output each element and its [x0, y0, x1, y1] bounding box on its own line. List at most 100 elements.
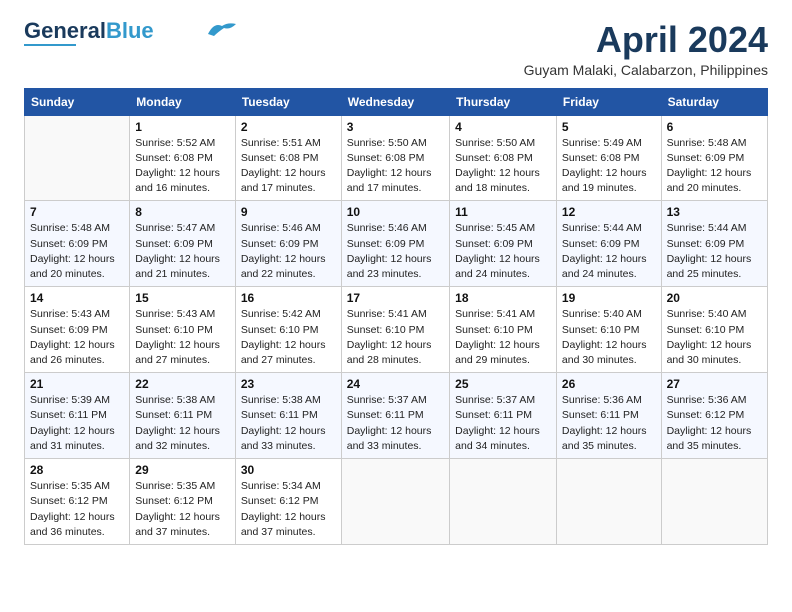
- calendar-cell: 4 Sunrise: 5:50 AM Sunset: 6:08 PM Daylig…: [450, 115, 557, 201]
- calendar-header-wednesday: Wednesday: [341, 88, 449, 115]
- page-header: GeneralBlue April 2024 Guyam Malaki, Cal…: [24, 20, 768, 78]
- day-number: 24: [347, 377, 444, 391]
- day-info: Sunrise: 5:35 AM Sunset: 6:12 PM Dayligh…: [30, 479, 124, 540]
- day-info: Sunrise: 5:44 AM Sunset: 6:09 PM Dayligh…: [667, 221, 762, 282]
- calendar-week-2: 7 Sunrise: 5:48 AM Sunset: 6:09 PM Daylig…: [25, 201, 768, 287]
- day-number: 9: [241, 205, 336, 219]
- day-number: 30: [241, 463, 336, 477]
- calendar-cell: 14 Sunrise: 5:43 AM Sunset: 6:09 PM Dayli…: [25, 287, 130, 373]
- calendar-header-saturday: Saturday: [661, 88, 767, 115]
- day-info: Sunrise: 5:43 AM Sunset: 6:10 PM Dayligh…: [135, 307, 230, 368]
- day-info: Sunrise: 5:35 AM Sunset: 6:12 PM Dayligh…: [135, 479, 230, 540]
- day-info: Sunrise: 5:45 AM Sunset: 6:09 PM Dayligh…: [455, 221, 551, 282]
- day-info: Sunrise: 5:38 AM Sunset: 6:11 PM Dayligh…: [135, 393, 230, 454]
- day-info: Sunrise: 5:38 AM Sunset: 6:11 PM Dayligh…: [241, 393, 336, 454]
- calendar-cell: 22 Sunrise: 5:38 AM Sunset: 6:11 PM Dayli…: [130, 373, 236, 459]
- calendar-cell: 15 Sunrise: 5:43 AM Sunset: 6:10 PM Dayli…: [130, 287, 236, 373]
- calendar-cell: 12 Sunrise: 5:44 AM Sunset: 6:09 PM Dayli…: [556, 201, 661, 287]
- day-info: Sunrise: 5:37 AM Sunset: 6:11 PM Dayligh…: [455, 393, 551, 454]
- calendar-cell: 25 Sunrise: 5:37 AM Sunset: 6:11 PM Dayli…: [450, 373, 557, 459]
- day-info: Sunrise: 5:36 AM Sunset: 6:12 PM Dayligh…: [667, 393, 762, 454]
- day-number: 5: [562, 120, 656, 134]
- day-number: 22: [135, 377, 230, 391]
- day-info: Sunrise: 5:48 AM Sunset: 6:09 PM Dayligh…: [667, 136, 762, 197]
- calendar-header-sunday: Sunday: [25, 88, 130, 115]
- day-number: 11: [455, 205, 551, 219]
- day-info: Sunrise: 5:40 AM Sunset: 6:10 PM Dayligh…: [667, 307, 762, 368]
- title-block: April 2024 Guyam Malaki, Calabarzon, Phi…: [524, 20, 768, 78]
- day-number: 2: [241, 120, 336, 134]
- calendar-header-thursday: Thursday: [450, 88, 557, 115]
- day-number: 21: [30, 377, 124, 391]
- day-number: 12: [562, 205, 656, 219]
- calendar-cell: 13Sunrise: 5:44 AM Sunset: 6:09 PM Dayli…: [661, 201, 767, 287]
- day-info: Sunrise: 5:37 AM Sunset: 6:11 PM Dayligh…: [347, 393, 444, 454]
- calendar-week-5: 28 Sunrise: 5:35 AM Sunset: 6:12 PM Dayli…: [25, 459, 768, 545]
- calendar-header-tuesday: Tuesday: [235, 88, 341, 115]
- calendar-cell: 16Sunrise: 5:42 AM Sunset: 6:10 PM Dayli…: [235, 287, 341, 373]
- day-info: Sunrise: 5:47 AM Sunset: 6:09 PM Dayligh…: [135, 221, 230, 282]
- calendar-cell: 23 Sunrise: 5:38 AM Sunset: 6:11 PM Dayli…: [235, 373, 341, 459]
- day-info: Sunrise: 5:44 AM Sunset: 6:09 PM Dayligh…: [562, 221, 656, 282]
- day-number: 25: [455, 377, 551, 391]
- day-info: Sunrise: 5:36 AM Sunset: 6:11 PM Dayligh…: [562, 393, 656, 454]
- day-info: Sunrise: 5:50 AM Sunset: 6:08 PM Dayligh…: [455, 136, 551, 197]
- calendar-cell: [450, 459, 557, 545]
- calendar-cell: 20Sunrise: 5:40 AM Sunset: 6:10 PM Dayli…: [661, 287, 767, 373]
- calendar-cell: 8 Sunrise: 5:47 AM Sunset: 6:09 PM Daylig…: [130, 201, 236, 287]
- day-number: 18: [455, 291, 551, 305]
- logo-bird-icon: [206, 20, 236, 38]
- calendar-cell: 5 Sunrise: 5:49 AM Sunset: 6:08 PM Daylig…: [556, 115, 661, 201]
- calendar-cell: 29Sunrise: 5:35 AM Sunset: 6:12 PM Dayli…: [130, 459, 236, 545]
- calendar-body: 1Sunrise: 5:52 AM Sunset: 6:08 PM Daylig…: [25, 115, 768, 544]
- day-number: 4: [455, 120, 551, 134]
- calendar-cell: 1Sunrise: 5:52 AM Sunset: 6:08 PM Daylig…: [130, 115, 236, 201]
- day-number: 15: [135, 291, 230, 305]
- calendar-cell: 3Sunrise: 5:50 AM Sunset: 6:08 PM Daylig…: [341, 115, 449, 201]
- day-number: 16: [241, 291, 336, 305]
- calendar-header-monday: Monday: [130, 88, 236, 115]
- calendar-cell: 26 Sunrise: 5:36 AM Sunset: 6:11 PM Dayli…: [556, 373, 661, 459]
- day-info: Sunrise: 5:40 AM Sunset: 6:10 PM Dayligh…: [562, 307, 656, 368]
- calendar-cell: 24 Sunrise: 5:37 AM Sunset: 6:11 PM Dayli…: [341, 373, 449, 459]
- day-number: 7: [30, 205, 124, 219]
- calendar-cell: 19 Sunrise: 5:40 AM Sunset: 6:10 PM Dayli…: [556, 287, 661, 373]
- logo-text: GeneralBlue: [24, 20, 154, 42]
- calendar-cell: [341, 459, 449, 545]
- day-info: Sunrise: 5:49 AM Sunset: 6:08 PM Dayligh…: [562, 136, 656, 197]
- day-info: Sunrise: 5:41 AM Sunset: 6:10 PM Dayligh…: [455, 307, 551, 368]
- day-number: 26: [562, 377, 656, 391]
- location: Guyam Malaki, Calabarzon, Philippines: [524, 62, 768, 78]
- calendar-table: SundayMondayTuesdayWednesdayThursdayFrid…: [24, 88, 768, 545]
- calendar-cell: 11 Sunrise: 5:45 AM Sunset: 6:09 PM Dayli…: [450, 201, 557, 287]
- day-info: Sunrise: 5:48 AM Sunset: 6:09 PM Dayligh…: [30, 221, 124, 282]
- calendar-week-3: 14 Sunrise: 5:43 AM Sunset: 6:09 PM Dayli…: [25, 287, 768, 373]
- day-number: 17: [347, 291, 444, 305]
- calendar-cell: 10Sunrise: 5:46 AM Sunset: 6:09 PM Dayli…: [341, 201, 449, 287]
- day-number: 23: [241, 377, 336, 391]
- calendar-cell: [661, 459, 767, 545]
- day-info: Sunrise: 5:43 AM Sunset: 6:09 PM Dayligh…: [30, 307, 124, 368]
- calendar-cell: 7 Sunrise: 5:48 AM Sunset: 6:09 PM Daylig…: [25, 201, 130, 287]
- calendar-cell: 2Sunrise: 5:51 AM Sunset: 6:08 PM Daylig…: [235, 115, 341, 201]
- day-number: 28: [30, 463, 124, 477]
- day-info: Sunrise: 5:46 AM Sunset: 6:09 PM Dayligh…: [241, 221, 336, 282]
- day-info: Sunrise: 5:34 AM Sunset: 6:12 PM Dayligh…: [241, 479, 336, 540]
- calendar-week-1: 1Sunrise: 5:52 AM Sunset: 6:08 PM Daylig…: [25, 115, 768, 201]
- calendar-header-friday: Friday: [556, 88, 661, 115]
- calendar-cell: [25, 115, 130, 201]
- day-info: Sunrise: 5:50 AM Sunset: 6:08 PM Dayligh…: [347, 136, 444, 197]
- calendar-cell: [556, 459, 661, 545]
- calendar-header-row: SundayMondayTuesdayWednesdayThursdayFrid…: [25, 88, 768, 115]
- day-number: 8: [135, 205, 230, 219]
- day-info: Sunrise: 5:39 AM Sunset: 6:11 PM Dayligh…: [30, 393, 124, 454]
- calendar-cell: 21 Sunrise: 5:39 AM Sunset: 6:11 PM Dayli…: [25, 373, 130, 459]
- day-number: 19: [562, 291, 656, 305]
- day-info: Sunrise: 5:46 AM Sunset: 6:09 PM Dayligh…: [347, 221, 444, 282]
- calendar-week-4: 21 Sunrise: 5:39 AM Sunset: 6:11 PM Dayli…: [25, 373, 768, 459]
- calendar-cell: 6Sunrise: 5:48 AM Sunset: 6:09 PM Daylig…: [661, 115, 767, 201]
- calendar-cell: 27Sunrise: 5:36 AM Sunset: 6:12 PM Dayli…: [661, 373, 767, 459]
- day-number: 1: [135, 120, 230, 134]
- logo: GeneralBlue: [24, 20, 236, 46]
- day-number: 14: [30, 291, 124, 305]
